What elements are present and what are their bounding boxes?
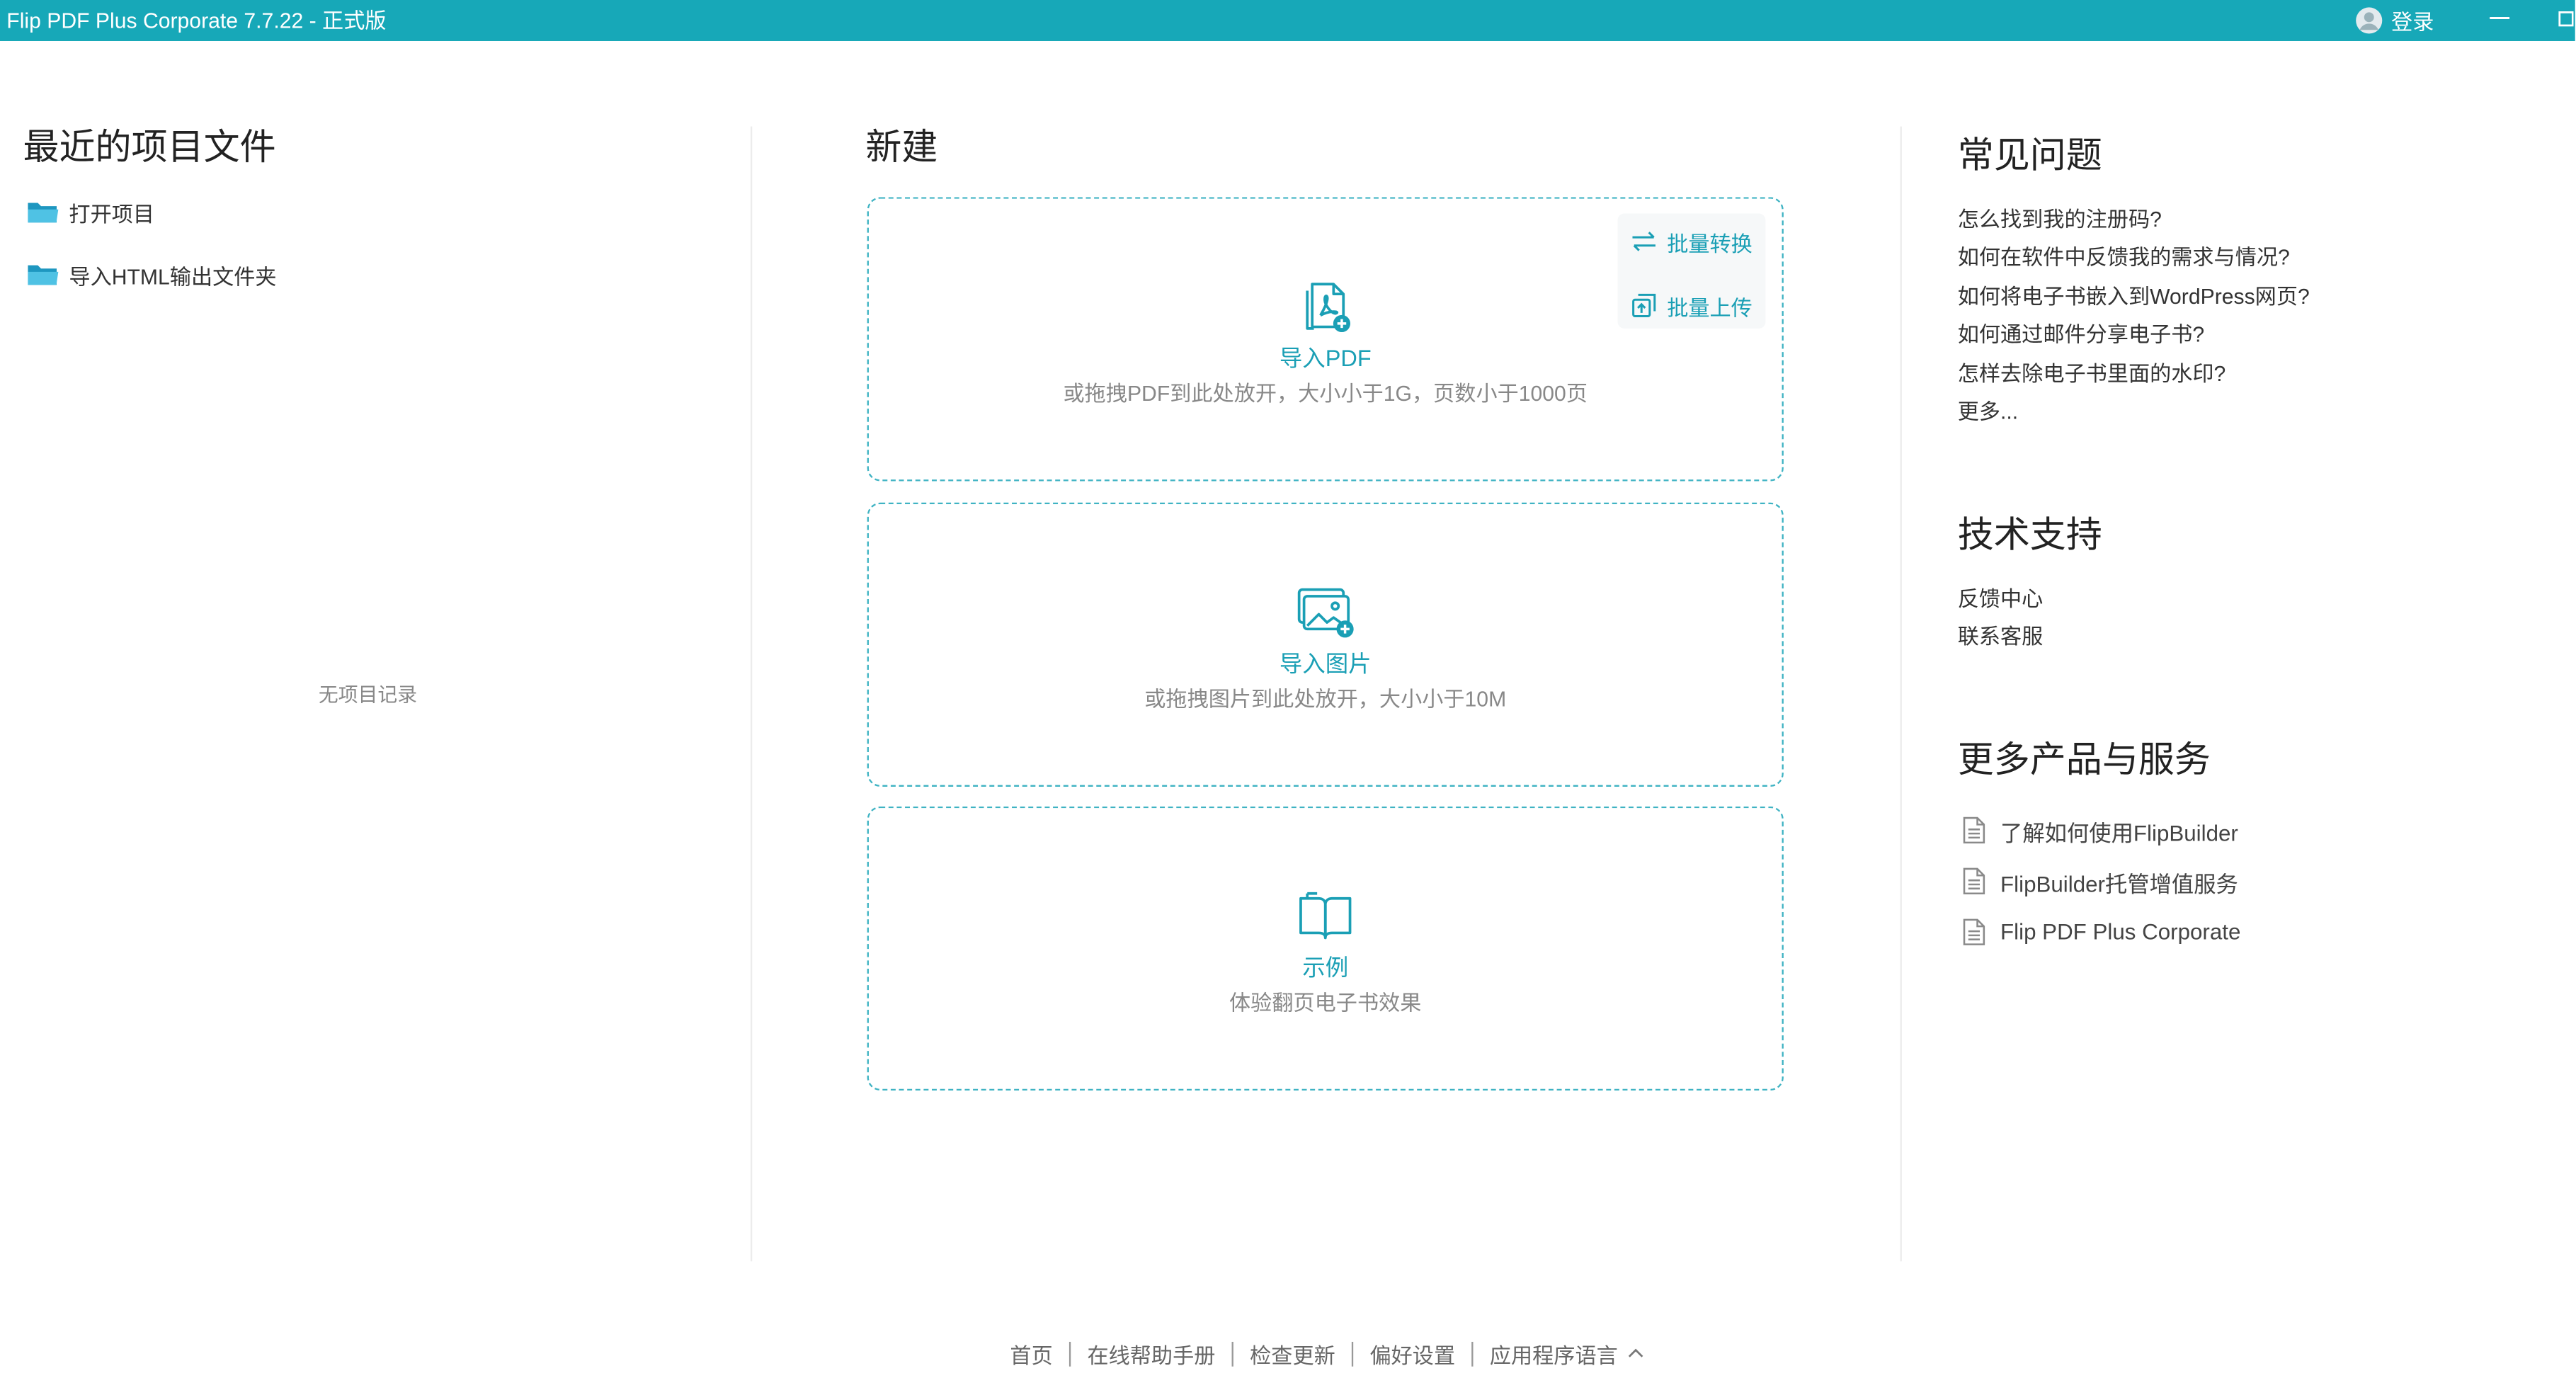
batch-convert-button[interactable]: 批量转换: [1631, 225, 1753, 258]
footer-link-preferences[interactable]: 偏好设置: [1369, 1338, 1455, 1369]
open-project-label: 打开项目: [69, 201, 155, 226]
login-button[interactable]: 登录: [2355, 5, 2434, 36]
empty-projects-text: 无项目记录: [318, 683, 418, 707]
product-link-label: FlipBuilder托管增值服务: [2000, 871, 2238, 896]
sample-hint: 体验翻页电子书效果: [1229, 990, 1422, 1015]
document-icon: [1963, 816, 1985, 844]
open-project-button[interactable]: 打开项目: [26, 197, 154, 227]
faq-title: 常见问题: [1957, 135, 2102, 176]
footer-separator: [1471, 1340, 1474, 1366]
support-link-feedback-center[interactable]: 反馈中心: [1958, 580, 2044, 618]
folder-icon: [28, 203, 59, 223]
footer-separator: [1231, 1340, 1233, 1366]
maximize-button[interactable]: [2555, 6, 2574, 33]
footer-link-app-language[interactable]: 应用程序语言: [1490, 1338, 1618, 1369]
support-link-contact-service[interactable]: 联系客服: [1958, 618, 2044, 656]
import-pdf-label: 导入PDF: [1279, 345, 1372, 372]
user-avatar-icon: [2356, 7, 2383, 34]
import-image-card[interactable]: 导入图片 或拖拽图片到此处放开，大小小于10M: [867, 502, 1784, 787]
import-html-folder-button[interactable]: 导入HTML输出文件夹: [26, 259, 277, 289]
footer-separator: [1351, 1340, 1354, 1366]
minimize-icon: [2490, 17, 2510, 20]
import-image-label: 导入图片: [1279, 650, 1372, 677]
document-icon: [1963, 918, 1985, 945]
faq-link-more[interactable]: 更多...: [1958, 392, 2310, 431]
import-html-folder-label: 导入HTML输出文件夹: [69, 263, 277, 289]
left-divider: [750, 126, 753, 1262]
swap-arrows-icon: [1632, 232, 1655, 251]
footer-nav: 首页 在线帮助手册 检查更新 偏好设置 应用程序语言: [1010, 1337, 1643, 1370]
support-title: 技术支持: [1957, 513, 2102, 555]
product-link-learn-flipbuilder[interactable]: 了解如何使用FlipBuilder: [1958, 805, 2241, 856]
footer-separator: [1068, 1340, 1071, 1366]
maximize-icon: [2558, 11, 2574, 27]
product-link-flip-pdf-plus-corporate[interactable]: Flip PDF Plus Corporate: [1958, 906, 2241, 957]
support-list: 反馈中心 联系客服: [1958, 580, 2044, 657]
chevron-up-icon[interactable]: [1628, 1345, 1644, 1362]
faq-link-wordpress-embed[interactable]: 如何将电子书嵌入到WordPress网页?: [1958, 278, 2310, 316]
recent-projects-title: 最近的项目文件: [23, 126, 276, 168]
right-divider: [1900, 126, 1902, 1262]
window-title: Flip PDF Plus Corporate 7.7.22 - 正式版: [6, 8, 387, 33]
import-image-hint: 或拖拽图片到此处放开，大小小于10M: [1144, 686, 1507, 712]
document-icon: [1963, 867, 1985, 895]
faq-link-remove-watermark[interactable]: 怎样去除电子书里面的水印?: [1958, 354, 2310, 392]
more-products-list: 了解如何使用FlipBuilder FlipBuilder托管增值服务 Flip…: [1958, 805, 2241, 958]
login-label: 登录: [2391, 9, 2434, 35]
app-window: Flip PDF Plus Corporate 7.7.22 - 正式版 登录 …: [0, 0, 2575, 1378]
product-link-label: 了解如何使用FlipBuilder: [2000, 820, 2238, 845]
import-image-icon: [1297, 588, 1354, 638]
faq-link-feedback[interactable]: 如何在软件中反馈我的需求与情况?: [1958, 239, 2310, 277]
product-link-label: Flip PDF Plus Corporate: [2000, 919, 2241, 945]
faq-list: 怎么找到我的注册码? 如何在软件中反馈我的需求与情况? 如何将电子书嵌入到Wor…: [1958, 200, 2310, 431]
import-pdf-icon: [1306, 283, 1351, 332]
batch-upload-label: 批量上传: [1667, 295, 1753, 320]
sample-label: 示例: [1302, 954, 1349, 981]
minimize-button[interactable]: [2487, 6, 2513, 33]
product-link-hosting-service[interactable]: FlipBuilder托管增值服务: [1958, 855, 2241, 906]
faq-link-registration-code[interactable]: 怎么找到我的注册码?: [1958, 200, 2310, 239]
card-icon-wrap: [869, 585, 1782, 641]
folder-icon: [28, 265, 59, 285]
import-pdf-card[interactable]: 导入PDF 或拖拽PDF到此处放开，大小小于1G，页数小于1000页 批量转换 …: [867, 197, 1784, 482]
import-pdf-hint: 或拖拽PDF到此处放开，大小小于1G，页数小于1000页: [1063, 381, 1588, 406]
card-icon-wrap: [869, 889, 1782, 945]
footer-link-online-help[interactable]: 在线帮助手册: [1087, 1338, 1215, 1369]
new-section-title: 新建: [865, 126, 938, 168]
footer-link-check-updates[interactable]: 检查更新: [1250, 1338, 1335, 1369]
more-products-title: 更多产品与服务: [1957, 739, 2211, 780]
title-bar: Flip PDF Plus Corporate 7.7.22 - 正式版 登录: [0, 0, 2575, 41]
batch-upload-button[interactable]: 批量上传: [1631, 289, 1753, 321]
upload-icon: [1632, 293, 1656, 317]
footer-link-home[interactable]: 首页: [1010, 1338, 1052, 1369]
faq-link-email-share[interactable]: 如何通过邮件分享电子书?: [1958, 316, 2310, 354]
open-book-icon: [1299, 892, 1352, 940]
batch-actions-panel: 批量转换 批量上传: [1617, 213, 1766, 329]
batch-convert-label: 批量转换: [1667, 230, 1753, 256]
sample-card[interactable]: 示例 体验翻页电子书效果: [867, 806, 1784, 1091]
